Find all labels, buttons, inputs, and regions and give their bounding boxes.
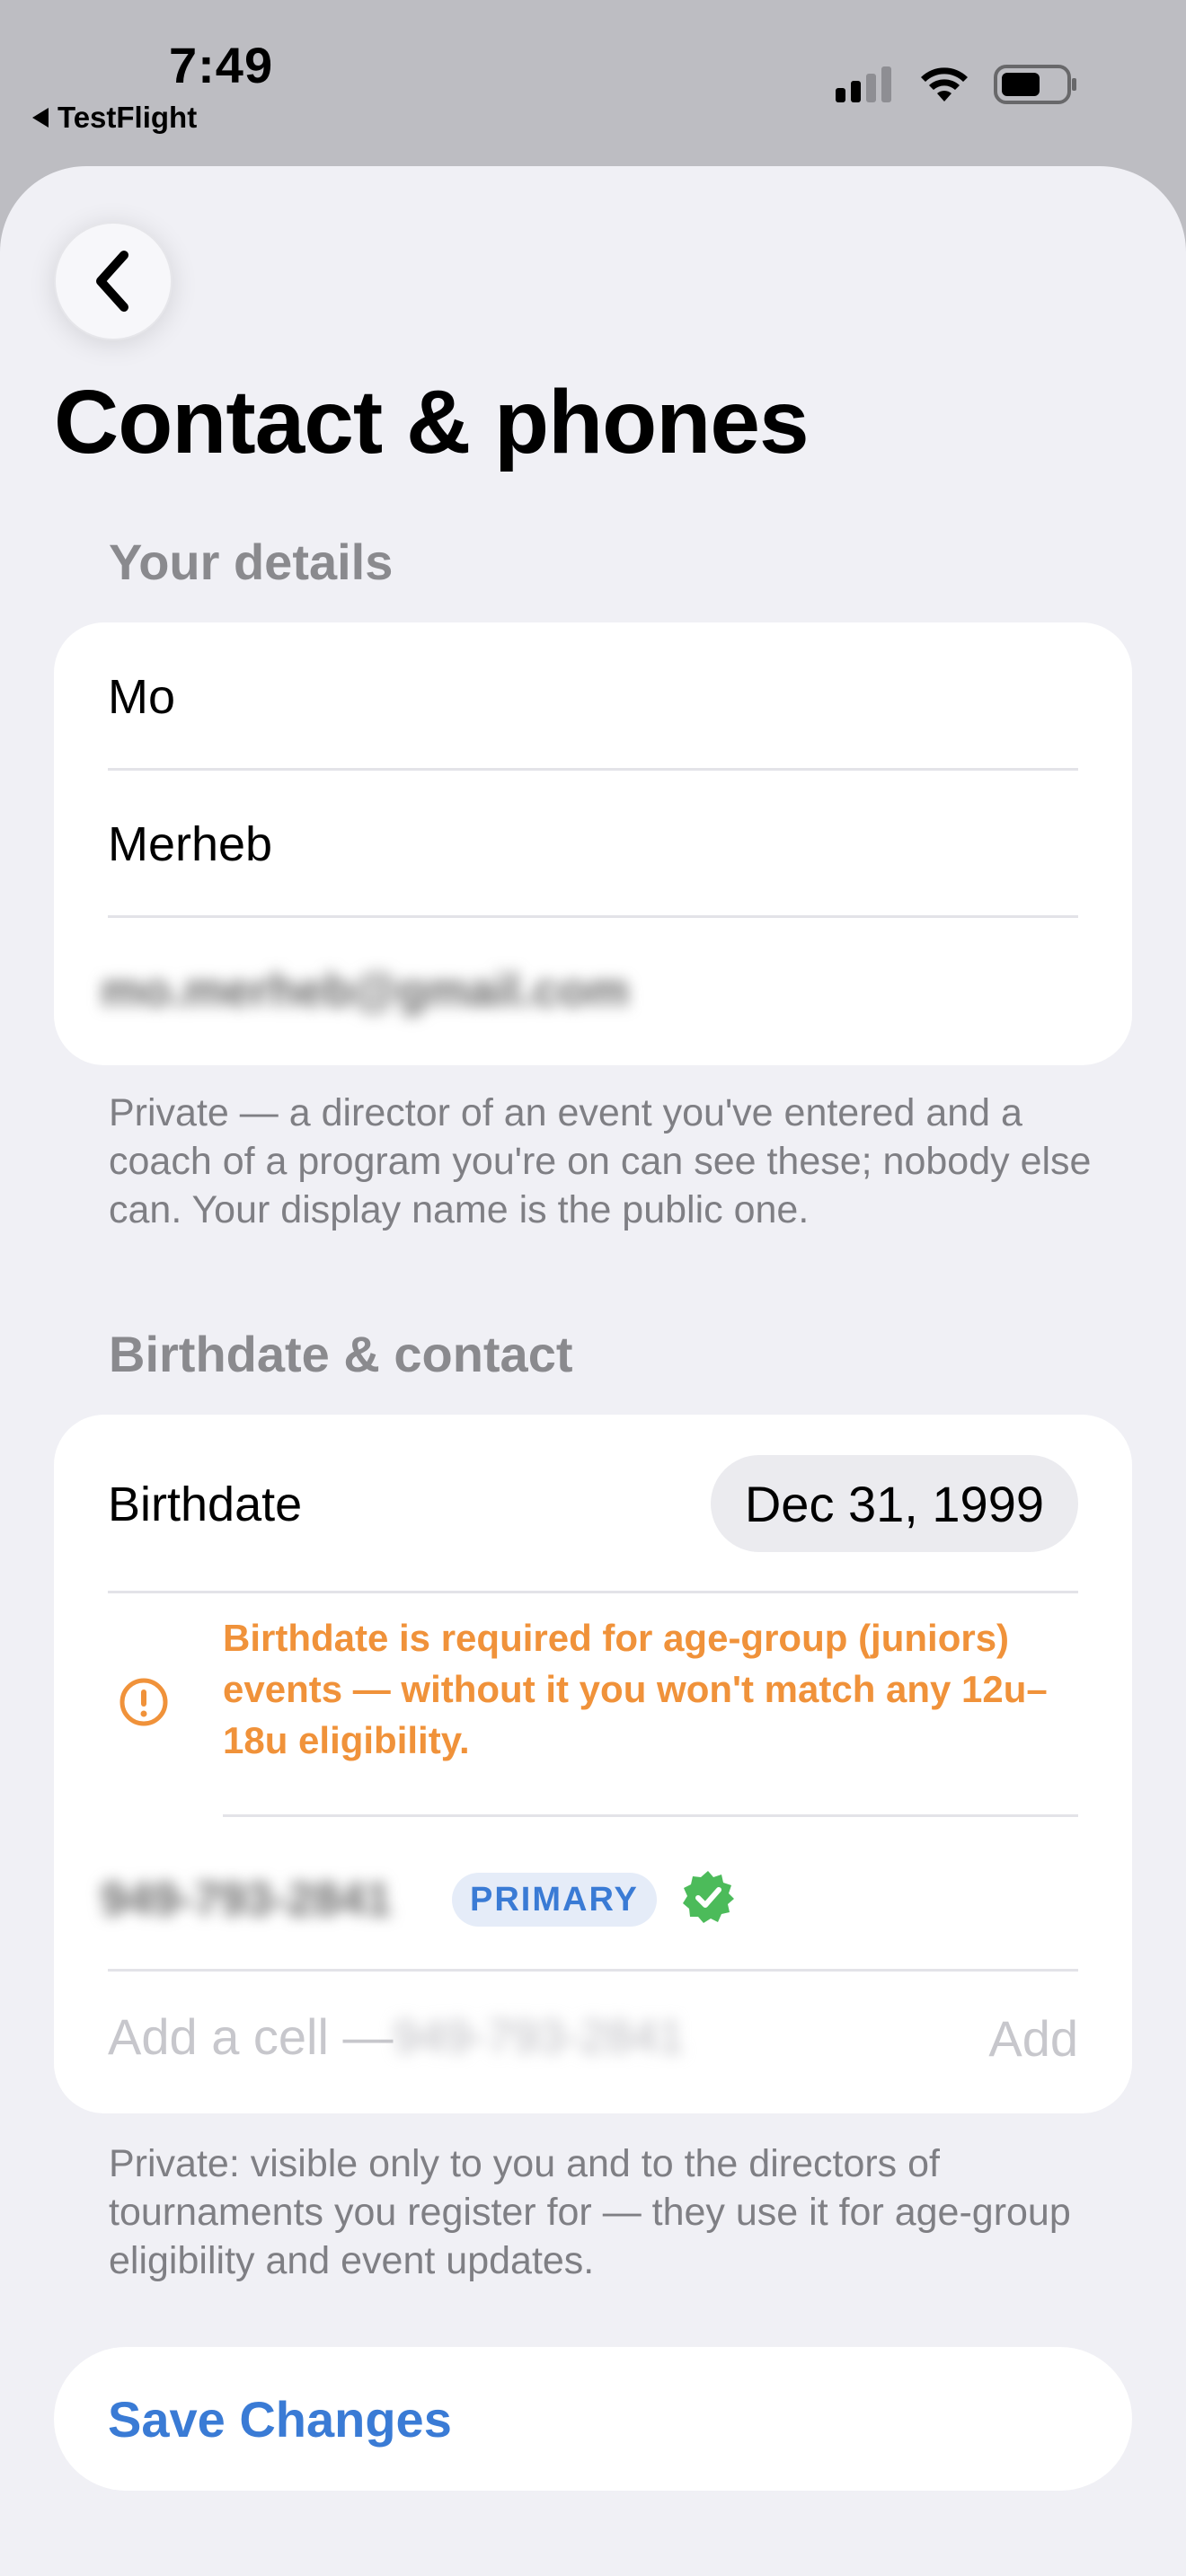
- birthdate-warning-text: Birthdate is required for age-group (jun…: [223, 1617, 1048, 1761]
- divider: [108, 1969, 1078, 1972]
- first-name-field[interactable]: Mo: [108, 657, 1078, 737]
- settings-sheet: Contact & phones Your details Mo Merheb …: [0, 166, 1186, 2576]
- back-button[interactable]: [54, 222, 173, 340]
- divider: [108, 1591, 1078, 1593]
- status-time: 7:49: [169, 37, 274, 93]
- status-icons: [836, 65, 1078, 104]
- phone-value-redacted: 949-793-2841: [101, 1874, 392, 1926]
- battery-icon: [994, 65, 1076, 104]
- last-name-field[interactable]: Merheb: [108, 804, 1078, 885]
- back-app-label: TestFlight: [58, 101, 198, 134]
- contact-privacy-footnote: Private: visible only to you and to the …: [109, 2142, 1071, 2282]
- back-triangle-icon: [32, 108, 49, 128]
- wifi-icon: [921, 67, 968, 101]
- save-changes-button[interactable]: Save Changes: [54, 2347, 1132, 2491]
- divider: [223, 1814, 1078, 1817]
- status-bar: 7:49 TestFlight: [0, 0, 1186, 166]
- save-changes-label: Save Changes: [108, 2391, 452, 2448]
- birthdate-picker[interactable]: Dec 31, 1999: [710, 1455, 1078, 1552]
- section-header-your-details: Your details: [109, 534, 394, 590]
- cellular-signal-icon: [836, 66, 891, 102]
- first-name-value: Mo: [108, 670, 176, 724]
- details-privacy-footnote: Private — a director of an event you've …: [109, 1091, 1092, 1231]
- chevron-left-icon: [96, 251, 128, 312]
- divider: [108, 768, 1078, 771]
- email-field[interactable]: mo.merheb@gmail.com: [101, 955, 1078, 1027]
- divider: [108, 915, 1078, 918]
- exclamation-circle-icon: [119, 1678, 168, 1726]
- add-cell-redacted: 949-793-2841: [393, 2010, 685, 2063]
- verified-check-icon: [683, 1871, 734, 1923]
- birthdate-contact-card: Birthdate Dec 31, 1999 Birthdate is requ…: [54, 1415, 1132, 2113]
- add-cell-input[interactable]: Add a cell — 949-793-2841: [108, 2007, 684, 2066]
- birthdate-label: Birthdate: [108, 1478, 303, 1531]
- last-name-value: Merheb: [108, 817, 273, 871]
- section-header-birthdate-contact: Birthdate & contact: [109, 1326, 573, 1382]
- back-to-app-link[interactable]: TestFlight: [32, 101, 197, 135]
- page-title: Contact & phones: [54, 372, 810, 472]
- add-cell-placeholder: Add a cell —: [108, 2008, 394, 2065]
- your-details-card: Mo Merheb mo.merheb@gmail.com: [54, 622, 1132, 1065]
- email-value-redacted: mo.merheb@gmail.com: [101, 965, 630, 1017]
- primary-badge: PRIMARY: [452, 1873, 657, 1927]
- add-phone-button[interactable]: Add: [988, 2009, 1078, 2068]
